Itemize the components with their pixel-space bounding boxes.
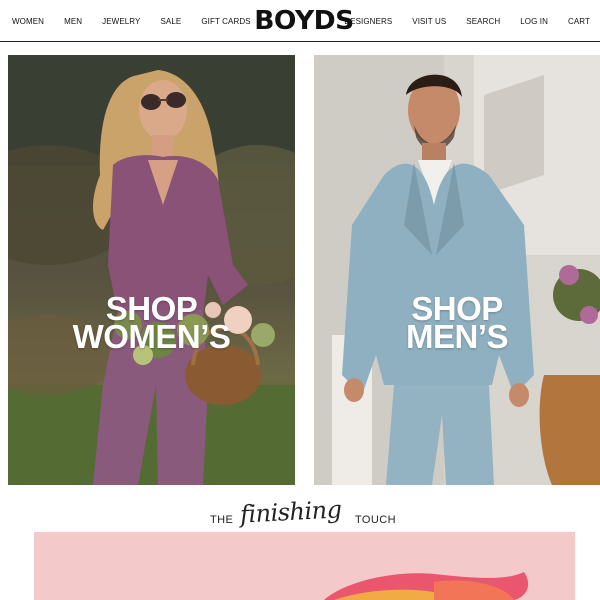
finishing-touch-the: THE (210, 514, 234, 526)
nav-men[interactable]: MEN (64, 17, 82, 26)
finishing-touch-heading: THE finishing TOUCH (0, 495, 600, 536)
nav-search[interactable]: SEARCH (466, 17, 500, 26)
nav-cart[interactable]: CART (568, 17, 590, 26)
finishing-touch-script: finishing (239, 495, 343, 529)
nav-women[interactable]: WOMEN (12, 17, 44, 26)
brand-logo[interactable]: BOYDS (249, 6, 359, 36)
shop-womens-tile[interactable]: SHOP WOMEN’S (8, 55, 295, 485)
mens-hero-image (314, 55, 600, 485)
nav-jewelry[interactable]: JEWELRY (102, 17, 140, 26)
nav-log-in[interactable]: LOG IN (520, 17, 548, 26)
nav-gift-cards[interactable]: GIFT CARDS (201, 17, 250, 26)
banner-image (34, 532, 575, 600)
nav-visit-us[interactable]: VISIT US (412, 17, 446, 26)
nav-designers[interactable]: DESIGNERS (344, 17, 392, 26)
finishing-touch-banner[interactable] (34, 532, 575, 600)
primary-nav: WOMEN MEN JEWELRY SALE GIFT CARDS (12, 0, 251, 42)
site-header: WOMEN MEN JEWELRY SALE GIFT CARDS BOYDS … (0, 0, 600, 42)
nav-sale[interactable]: SALE (160, 17, 181, 26)
womens-hero-image (8, 55, 295, 485)
finishing-touch-touch: TOUCH (355, 514, 396, 526)
utility-nav: DESIGNERS VISIT US SEARCH LOG IN CART (344, 0, 590, 42)
shop-mens-tile[interactable]: SHOP MEN’S (314, 55, 600, 485)
